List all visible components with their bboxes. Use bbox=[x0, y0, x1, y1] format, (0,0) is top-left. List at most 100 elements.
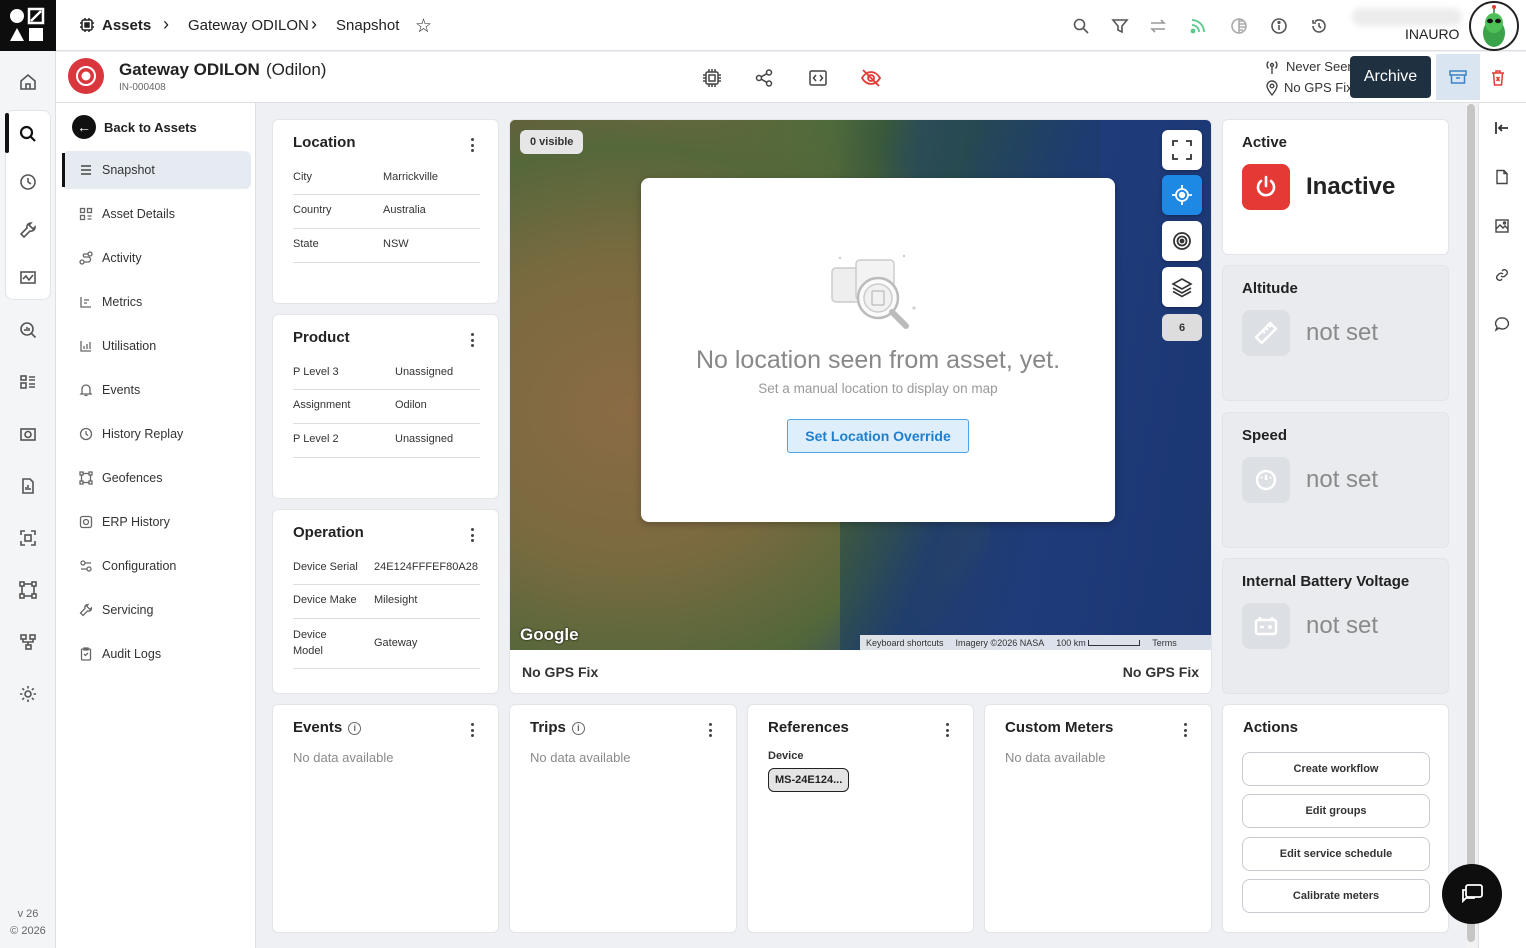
archive-button[interactable] bbox=[1436, 54, 1480, 100]
sidebar-item-audit-logs[interactable]: Audit Logs bbox=[62, 635, 251, 673]
sidebar-item-geofences[interactable]: Geofences bbox=[62, 459, 251, 497]
more-vertical-icon[interactable] bbox=[470, 723, 474, 737]
geofence-rail-icon[interactable] bbox=[16, 578, 40, 602]
device-reference-chip[interactable]: MS-24E124... bbox=[768, 768, 850, 792]
terms-link[interactable]: Terms bbox=[1152, 638, 1177, 648]
chip-icon[interactable] bbox=[701, 67, 723, 89]
more-vertical-icon[interactable] bbox=[470, 528, 474, 542]
sidebar-item-asset-details[interactable]: Asset Details bbox=[62, 195, 251, 233]
asset-title: Gateway ODILON bbox=[119, 60, 260, 79]
history-icon[interactable] bbox=[1309, 16, 1329, 36]
hierarchy-icon[interactable] bbox=[16, 630, 40, 654]
modal-subtitle: Set a manual location to display on map bbox=[758, 381, 998, 396]
locate-button[interactable] bbox=[1162, 175, 1202, 215]
sidebar-item-erp-history[interactable]: ERP History bbox=[62, 503, 251, 541]
rss-icon[interactable] bbox=[1188, 16, 1208, 36]
sidebar-item-activity[interactable]: Activity bbox=[62, 239, 251, 277]
comment-icon[interactable] bbox=[1492, 314, 1512, 334]
delete-button[interactable] bbox=[1484, 64, 1512, 92]
report-icon[interactable] bbox=[16, 474, 40, 498]
clock-icon[interactable] bbox=[16, 170, 40, 194]
info-icon[interactable]: i bbox=[348, 721, 362, 735]
settings-icon[interactable] bbox=[16, 682, 40, 706]
star-icon[interactable]: ☆ bbox=[415, 15, 432, 38]
filter-icon[interactable] bbox=[1110, 16, 1130, 36]
edit-service-schedule-button[interactable]: Edit service schedule bbox=[1242, 837, 1430, 871]
contrast-icon[interactable] bbox=[1229, 16, 1249, 36]
kv-value: Unassigned bbox=[395, 433, 454, 445]
card-title: Active bbox=[1242, 134, 1288, 151]
dashboard-icon[interactable] bbox=[16, 370, 40, 394]
info-icon[interactable]: i bbox=[571, 721, 585, 735]
eye-off-icon[interactable] bbox=[860, 67, 882, 89]
camera-folder-icon[interactable] bbox=[16, 422, 40, 446]
sidebar-item-history-replay[interactable]: History Replay bbox=[62, 415, 251, 453]
edit-groups-button[interactable]: Edit groups bbox=[1242, 794, 1430, 828]
active-card: Active Inactive bbox=[1222, 119, 1449, 255]
more-vertical-icon[interactable] bbox=[945, 723, 949, 737]
swap-icon[interactable] bbox=[1148, 16, 1168, 36]
search-icon[interactable] bbox=[16, 122, 40, 146]
kv-key: State bbox=[293, 238, 319, 250]
sidebar-item-configuration[interactable]: Configuration bbox=[62, 547, 251, 585]
sidebar-item-servicing[interactable]: Servicing bbox=[62, 591, 251, 629]
target-button[interactable] bbox=[1162, 221, 1202, 261]
search-icon[interactable] bbox=[1071, 16, 1091, 36]
more-vertical-icon[interactable] bbox=[470, 333, 474, 347]
more-vertical-icon[interactable] bbox=[1183, 723, 1187, 737]
user-email-redacted bbox=[1352, 8, 1462, 26]
app-logo[interactable] bbox=[0, 0, 56, 51]
asset-id: IN-000408 bbox=[119, 82, 166, 93]
kv-row: State NSW bbox=[293, 238, 480, 263]
back-to-assets-button[interactable]: ← Back to Assets bbox=[72, 113, 197, 141]
breadcrumb-assets[interactable]: Assets bbox=[102, 17, 151, 34]
link-icon[interactable] bbox=[1492, 265, 1512, 285]
code-icon[interactable] bbox=[807, 67, 829, 89]
sidebar-item-label: History Replay bbox=[102, 427, 184, 441]
monitor-icon[interactable] bbox=[16, 266, 40, 290]
sidebar-item-events[interactable]: Events bbox=[62, 371, 251, 409]
clock-icon bbox=[78, 426, 94, 442]
chat-button[interactable] bbox=[1442, 864, 1502, 924]
asset-status-icon bbox=[68, 58, 104, 94]
scan-icon[interactable] bbox=[16, 526, 40, 550]
wrench-icon[interactable] bbox=[16, 218, 40, 242]
sidebar-item-snapshot[interactable]: Snapshot bbox=[62, 151, 251, 189]
sidebar-item-label: Metrics bbox=[102, 295, 143, 309]
create-workflow-button[interactable]: Create workflow bbox=[1242, 752, 1430, 786]
fullscreen-button[interactable] bbox=[1162, 130, 1202, 170]
satellite-map[interactable]: 0 visible 6 Google Keyboard shortcuts Im… bbox=[510, 120, 1211, 650]
card-title: Location bbox=[293, 134, 356, 151]
version-info: v 26 © 2026 bbox=[0, 906, 56, 940]
sidebar-item-label: Events bbox=[102, 383, 141, 397]
scale-bar bbox=[1088, 639, 1141, 646]
sidebar-item-label: Asset Details bbox=[102, 207, 175, 221]
set-location-override-button[interactable]: Set Location Override bbox=[787, 419, 969, 453]
home-icon[interactable] bbox=[16, 70, 40, 94]
route-icon bbox=[78, 250, 94, 266]
collapse-panel-icon[interactable] bbox=[1492, 118, 1512, 138]
document-icon[interactable] bbox=[1492, 167, 1512, 187]
more-vertical-icon[interactable] bbox=[708, 723, 712, 737]
analytics-search-icon[interactable] bbox=[16, 318, 40, 342]
kv-key: City bbox=[293, 171, 312, 183]
breadcrumb-asset[interactable]: Gateway ODILON bbox=[188, 17, 309, 34]
references-card: References Device MS-24E124... bbox=[747, 704, 974, 933]
org-name[interactable]: INAURO bbox=[1405, 26, 1459, 42]
product-card: Product P Level 3 Unassigned Assignment Od… bbox=[272, 314, 499, 499]
operation-card: Operation Device Serial 24E124FFFEF80A28 … bbox=[272, 509, 499, 694]
sidebar-item-utilisation[interactable]: Utilisation bbox=[62, 327, 251, 365]
info-icon[interactable] bbox=[1269, 16, 1289, 36]
image-icon[interactable] bbox=[1492, 216, 1512, 236]
scrollbar-thumb[interactable] bbox=[1467, 104, 1475, 942]
more-vertical-icon[interactable] bbox=[470, 138, 474, 152]
layers-button[interactable] bbox=[1162, 267, 1202, 307]
avatar[interactable] bbox=[1469, 1, 1519, 51]
audit-icon bbox=[78, 646, 94, 662]
share-icon[interactable] bbox=[753, 67, 775, 89]
sidebar-item-metrics[interactable]: Metrics bbox=[62, 283, 251, 321]
sidebar-item-label: Audit Logs bbox=[102, 647, 162, 661]
chevron-right-icon: › bbox=[163, 14, 169, 34]
calibrate-meters-button[interactable]: Calibrate meters bbox=[1242, 879, 1430, 913]
keyboard-shortcuts-link[interactable]: Keyboard shortcuts bbox=[866, 638, 944, 648]
